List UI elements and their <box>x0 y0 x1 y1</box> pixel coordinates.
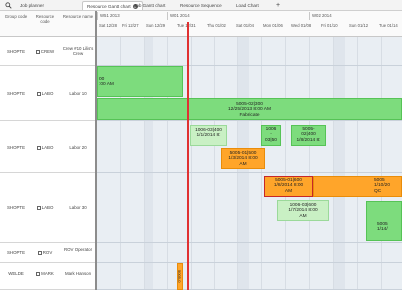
resource-code: CREW <box>32 49 58 54</box>
expand-icon[interactable] <box>37 250 42 255</box>
operation-bar[interactable]: 00:00 AM <box>97 66 183 97</box>
week-label: W51 2013 <box>97 12 120 20</box>
resource-code: ROV <box>32 250 58 255</box>
day-label: Mon 01/06 <box>263 23 283 28</box>
resource-row[interactable]: SHOPTE LABO Labor 20 <box>0 121 95 173</box>
day-label: Sun 12/29 <box>146 23 166 28</box>
group-code: SHOPTE <box>6 145 26 150</box>
resource-list-header: Group code Resource code Resource name <box>0 11 95 37</box>
group-code: WELDE <box>8 271 24 276</box>
day-label: Sun 01/12 <box>349 23 369 28</box>
tab-job-planner[interactable]: Job planner <box>16 1 48 10</box>
day-label: Sat 01/04 <box>236 23 254 28</box>
operation-bar[interactable]: 1006-03|600 1/7/2014 8:00 AM <box>277 200 329 221</box>
header-resource-name[interactable]: Resource name <box>62 14 94 19</box>
expand-icon[interactable] <box>36 271 41 276</box>
resource-code: LABO <box>32 145 58 150</box>
group-code: SHOPTE <box>6 250 26 255</box>
resource-row[interactable]: SHOPTE CREW Crew #10 Lilis's Crew <box>0 37 95 66</box>
tab-resource-sequence[interactable]: Resource Sequence <box>176 1 226 10</box>
selected-operation-bar[interactable]: 5005-01|600 1/8/2014 8:00 AM <box>264 176 313 197</box>
group-code: SHOPTE <box>6 205 26 210</box>
week-label: W01 2014 <box>167 12 190 20</box>
resource-name: Mark Hanson <box>64 271 92 276</box>
day-label: Fri 01/10 <box>321 23 338 28</box>
expand-icon[interactable] <box>36 205 41 210</box>
resource-code: LABO <box>32 205 58 210</box>
operation-bar[interactable]: 5005-0 <box>177 263 183 290</box>
day-label: Fri 12/27 <box>122 23 139 28</box>
operation-bar[interactable]: 5005-02|300 12/25/2013 8:00 AM Fabricate <box>97 98 402 120</box>
day-label: Sat 12/28 <box>99 23 117 28</box>
gantt-chart[interactable]: W51 2013 W01 2014 W02 2014 Sat 12/28 Fri… <box>97 11 402 290</box>
header-resource-code[interactable]: Resource code <box>32 14 58 24</box>
operation-bar[interactable]: 5005 1/14/ <box>366 201 402 241</box>
search-icon[interactable] <box>5 2 12 9</box>
resource-row[interactable]: SHOPTE LABO Labor 10 <box>0 66 95 121</box>
resource-name: Crew #10 Lilis's Crew <box>62 46 94 56</box>
expand-icon[interactable] <box>36 145 41 150</box>
resource-row[interactable]: WELDE MARK Mark Hanson <box>0 263 95 290</box>
operation-bar[interactable]: 5005 1/10/20 QC <box>313 176 402 197</box>
chart-row <box>97 37 402 66</box>
tab-bar: Job planner Resource Gantt chart x Job Ga… <box>0 0 402 11</box>
resource-name: Labor 10 <box>69 91 87 96</box>
resource-row[interactable]: SHOPTE ROV ROV Operator <box>0 243 95 263</box>
operation-bar[interactable]: 1006-03|50 <box>261 125 281 146</box>
operation-bar[interactable]: 1006-03|400 1/1/2014 8: <box>190 125 227 146</box>
chart-row <box>97 263 402 290</box>
operation-bar[interactable]: 5005-01|500 1/3/2014 8:00 AM <box>221 148 265 169</box>
resource-name: ROV Operator <box>63 247 93 252</box>
tab-job-gantt-chart[interactable]: Job Gantt chart <box>130 1 169 10</box>
expand-icon[interactable] <box>36 91 41 96</box>
resource-name: Labor 20 <box>69 145 87 150</box>
resource-code: MARK <box>32 271 58 276</box>
chart-row <box>97 243 402 263</box>
operation-bar[interactable]: 5005- 02|400 1/8/2014 8: <box>291 125 326 146</box>
day-label: Thu 01/02 <box>207 23 226 28</box>
resource-code: LABO <box>32 91 58 96</box>
timeline-header: W51 2013 W01 2014 W02 2014 Sat 12/28 Fri… <box>97 11 402 37</box>
group-code: SHOPTE <box>6 91 26 96</box>
day-label: Tue 01/14 <box>379 23 398 28</box>
resource-row[interactable]: SHOPTE LABO Labor 30 <box>0 173 95 243</box>
day-label: Wed 01/08 <box>291 23 312 28</box>
resource-name: Labor 30 <box>69 205 87 210</box>
expand-icon[interactable] <box>35 49 40 54</box>
week-label: W02 2014 <box>309 12 332 20</box>
header-group-code[interactable]: Group code <box>2 14 30 19</box>
resource-list-panel: Group code Resource code Resource name S… <box>0 11 97 290</box>
today-marker <box>187 22 189 290</box>
group-code: SHOPTE <box>6 49 26 54</box>
day-label: Tue 12/31 <box>177 23 196 28</box>
add-tab-button[interactable]: + <box>272 1 284 10</box>
tab-load-chart[interactable]: Load Chart <box>232 1 263 10</box>
